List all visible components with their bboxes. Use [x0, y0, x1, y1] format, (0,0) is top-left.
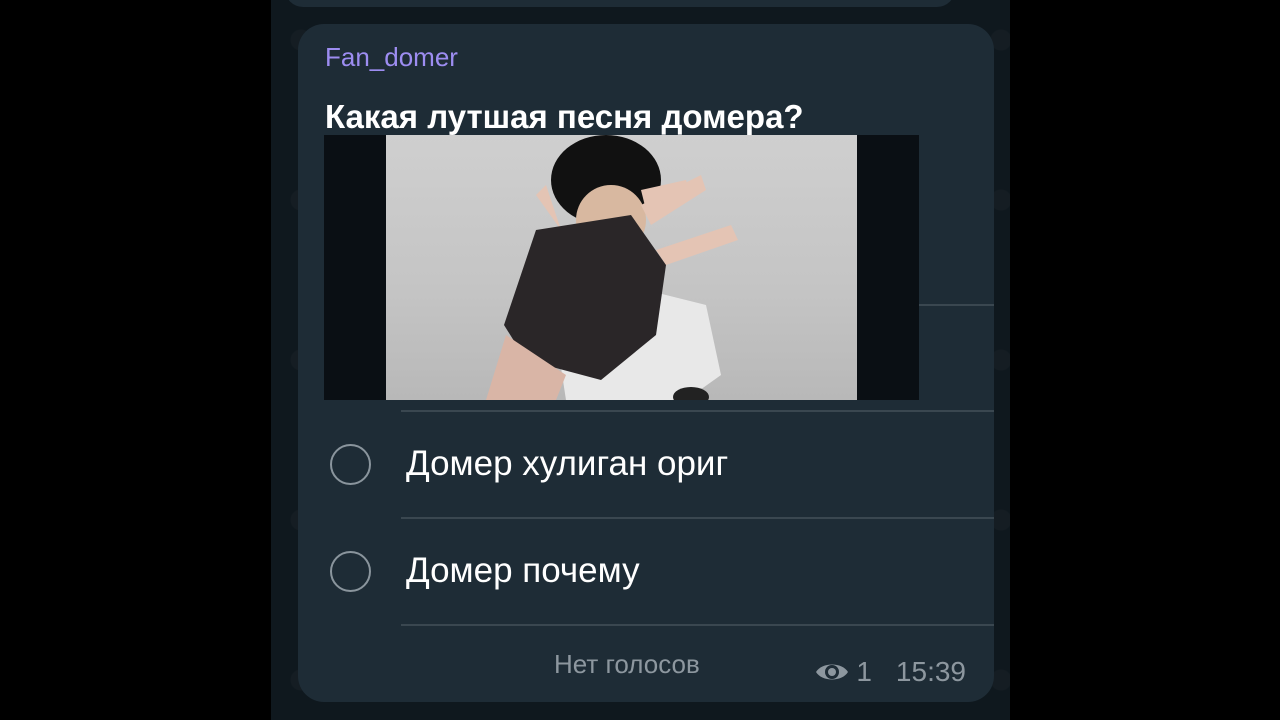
view-count: 1: [856, 656, 872, 687]
previous-message-bubble[interactable]: [285, 0, 955, 7]
message-meta: 1 15:39: [814, 656, 966, 688]
video-thumbnail-image: [486, 135, 738, 400]
poll-option-1[interactable]: Домер хулиган ориг: [328, 432, 988, 502]
radio-button-icon[interactable]: [330, 551, 371, 592]
poll-question: Какая лутшая песня домера?: [325, 98, 804, 135]
poll-status: Нет голосов: [554, 649, 700, 679]
poll-divider: [401, 517, 994, 519]
poll-option-label: Домер почему: [406, 551, 640, 590]
message-time: 15:39: [895, 656, 966, 687]
poll-media-video[interactable]: [324, 135, 919, 400]
sender-name[interactable]: Fan_domer: [325, 42, 458, 73]
poll-divider: [401, 410, 994, 412]
chat-background: Fan_domer Какая лутшая песня домера? Дом…: [271, 0, 1010, 720]
video-frame: [386, 135, 857, 400]
poll-divider: [401, 624, 994, 626]
eye-icon: [816, 664, 849, 680]
poll-option-2[interactable]: Домер почему: [328, 539, 988, 609]
poll-message-bubble[interactable]: Fan_domer Какая лутшая песня домера? Дом…: [298, 24, 994, 702]
radio-button-icon[interactable]: [330, 444, 371, 485]
poll-option-label: Домер хулиган ориг: [406, 444, 729, 483]
